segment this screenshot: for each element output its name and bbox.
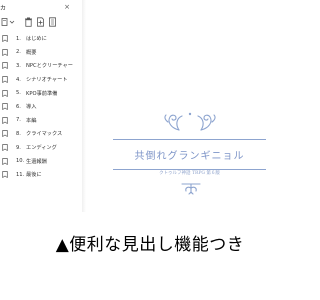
bookmark-label: シナリオチャート — [26, 77, 68, 84]
bookmark-label: KPO事前準備 — [26, 90, 58, 97]
bookmark-number: 9. — [16, 144, 21, 151]
title-frame: 共倒れグランギニョル — [113, 139, 266, 170]
document-subtitle: クトゥルフ神話 TRPG 第６版 — [159, 171, 220, 176]
bookmarks-panel: カ × 1. はじめに 2. 概要 3. NPCとクリーチャー 4. シナリオチ… — [0, 0, 83, 212]
bookmark-label: 生還報酬 — [26, 158, 47, 165]
bookmark-number: 6. — [16, 103, 21, 110]
find-bookmark-icon — [49, 17, 56, 27]
bookmark-icon — [2, 76, 8, 84]
bookmark-item[interactable]: 8. クライマックス — [0, 127, 82, 141]
bookmark-list: 1. はじめに 2. 概要 3. NPCとクリーチャー 4. シナリオチャート 5. KPO事前準… — [0, 32, 82, 182]
options-menu-button[interactable] — [1, 16, 15, 28]
bookmark-label: クライマックス — [26, 131, 63, 138]
new-bookmark-button[interactable] — [36, 16, 45, 28]
bookmark-item[interactable]: 2. 概要 — [0, 46, 82, 60]
bookmark-number: 3. — [16, 62, 21, 69]
bottom-ornament — [181, 183, 201, 195]
bookmark-item[interactable]: 5. KPO事前準備 — [0, 86, 82, 100]
bookmark-item[interactable]: 6. 導入 — [0, 100, 82, 114]
bookmark-number: 4. — [16, 76, 21, 83]
bookmark-label: 最後に — [26, 172, 42, 179]
bookmark-label: 本編 — [26, 117, 37, 124]
panel-title: カ — [0, 5, 7, 12]
bookmark-number: 8. — [16, 130, 21, 137]
bookmark-toolbar — [0, 16, 82, 28]
bookmark-item[interactable]: 9. エンディング — [0, 141, 82, 155]
bookmark-label: はじめに — [26, 36, 47, 43]
find-bookmark-button[interactable] — [48, 16, 57, 28]
document-title: 共倒れグランギニョル — [134, 151, 245, 162]
bookmark-icon — [2, 171, 8, 179]
feature-caption: ▲便利な見出し機能つき — [55, 235, 245, 255]
bookmark-icon — [2, 144, 8, 152]
document-page — [82, 0, 300, 212]
bookmark-icon — [2, 49, 8, 56]
bookmark-item[interactable]: 7. 本編 — [0, 114, 82, 128]
bookmark-label: NPCとクリーチャー — [26, 63, 73, 70]
bookmark-item[interactable]: 3. NPCとクリーチャー — [0, 59, 82, 73]
bookmark-number: 1. — [16, 35, 21, 42]
options-menu-icon — [1, 18, 15, 26]
new-bookmark-icon — [37, 17, 44, 27]
bookmark-item[interactable]: 4. シナリオチャート — [0, 73, 82, 87]
bookmark-label: 導入 — [26, 104, 37, 111]
trash-icon — [25, 17, 32, 27]
bookmark-number: 2. — [16, 49, 21, 56]
bookmark-icon — [2, 35, 8, 43]
bookmark-number: 7. — [16, 117, 21, 124]
bookmark-label: 概要 — [26, 49, 37, 56]
delete-bookmark-button[interactable] — [24, 16, 33, 28]
bookmark-item[interactable]: 11. 最後に — [0, 168, 82, 182]
bookmark-number: 5. — [16, 90, 21, 97]
bookmark-number: 11. — [16, 171, 25, 178]
bookmark-label: エンディング — [26, 145, 57, 152]
bookmark-item[interactable]: 10. 生還報酬 — [0, 154, 82, 168]
bookmark-icon — [2, 89, 8, 97]
close-panel-button[interactable]: × — [61, 2, 73, 13]
bookmark-icon — [2, 130, 8, 138]
bookmark-icon — [2, 62, 8, 70]
page-shadow — [82, 0, 86, 212]
top-ornament — [164, 112, 216, 131]
bookmark-icon — [2, 103, 8, 111]
bookmark-icon — [2, 157, 8, 165]
bookmark-number: 10. — [16, 158, 25, 165]
bookmark-item[interactable]: 1. はじめに — [0, 32, 82, 46]
bookmark-icon — [2, 117, 8, 124]
